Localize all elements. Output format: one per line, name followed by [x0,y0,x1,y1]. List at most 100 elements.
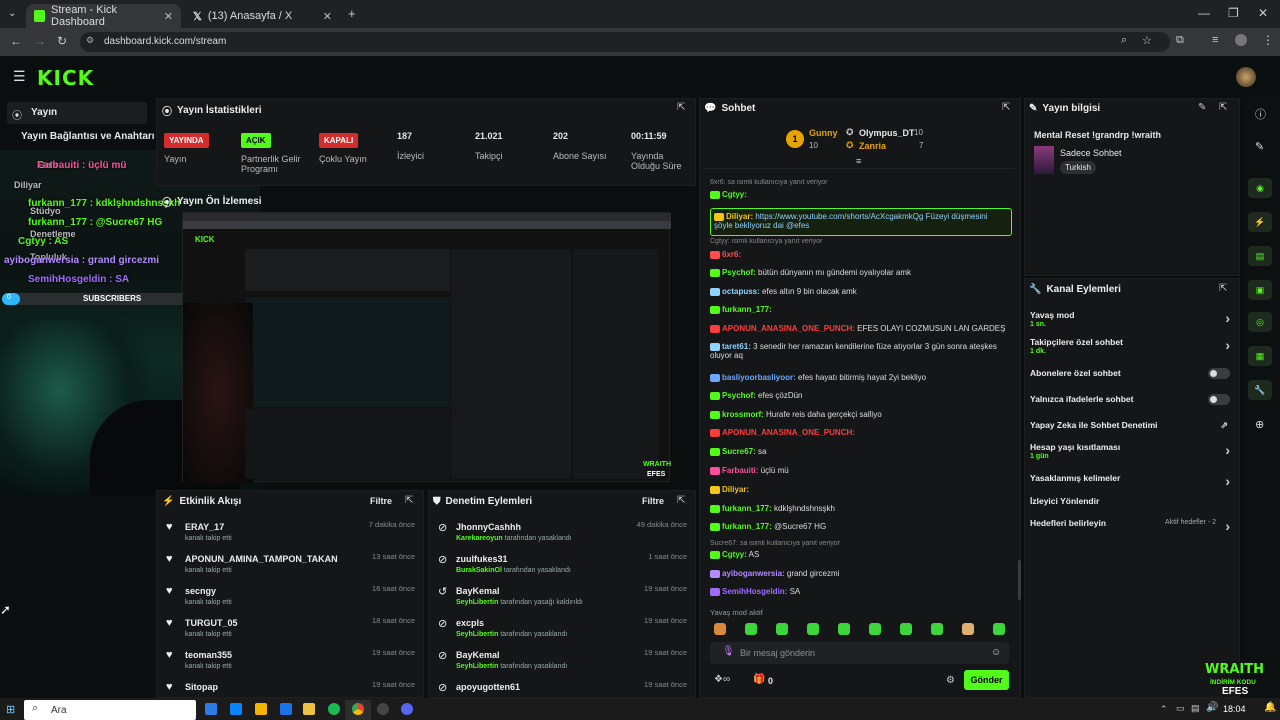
close-window-icon[interactable]: ✕ [1258,6,1268,20]
spotify-icon[interactable] [328,703,340,715]
popout-icon[interactable]: ⇱ [1219,102,1227,113]
clock[interactable]: 18:04 [1223,704,1246,714]
media-icon[interactable]: ≡ [1212,34,1218,46]
zoom-icon[interactable]: ⌕ [1121,34,1127,47]
chat-username[interactable]: taret61: [722,342,751,351]
discord-icon[interactable] [401,703,413,715]
obs-icon[interactable] [377,703,389,715]
channel-action-item[interactable]: Takipçilere özel sohbet 1 dk. › [1030,337,1230,355]
channel-action-item[interactable]: Yasaklanmış kelimeler › [1030,473,1230,489]
browser-menu-icon[interactable]: ⋮ [1262,33,1274,47]
channel-action-item[interactable]: Yapay Zeka ile Sohbet Denetimi ⇗ [1030,420,1230,430]
chevron-right-icon[interactable]: › [1225,473,1230,489]
emote-icon[interactable] [714,623,726,635]
emote-icon[interactable] [869,623,881,635]
emote-icon[interactable] [931,623,943,635]
channel-action-item[interactable]: Hesap yaşı kısıtlaması 1 gün › [1030,442,1230,460]
copilot-icon[interactable] [230,703,242,715]
channel-action-item[interactable]: Yavaş mod 1 sn. › [1030,310,1230,328]
profile-avatar[interactable] [1235,34,1247,46]
chat-username[interactable]: krossmorf: [722,410,764,419]
windows-start-icon[interactable]: ⊞ [6,703,15,716]
kick-logo[interactable]: KICK [37,66,94,90]
chat-username[interactable]: Diliyar: [722,485,749,494]
chat-username[interactable]: Cgtyy: isimli kullanıcıya yanıt veriyor [710,238,822,245]
chat-username[interactable]: Sucre67: [722,447,756,456]
emote-icon[interactable] [745,623,757,635]
popout-icon[interactable]: ⇱ [405,495,413,506]
close-tab-icon[interactable]: ✕ [323,10,332,23]
notification-icon[interactable]: 🔔 [1264,702,1276,713]
chevron-right-icon[interactable]: › [1225,442,1230,458]
chat-username[interactable]: APONUN_ANASINA_ONE_PUNCH: [722,428,855,437]
chat-username[interactable]: Psychof: [722,268,756,277]
moderation-filter-button[interactable]: Filtre [642,496,664,506]
forward-icon[interactable]: → [34,34,46,48]
chat-username[interactable]: 6xr6: [722,250,741,259]
camera-toggle-icon[interactable]: ◉ [1248,178,1272,198]
channel-action-item[interactable]: Abonelere özel sohbet [1030,368,1230,379]
gift-icon[interactable]: 🎁 [753,674,765,685]
outlook-icon[interactable] [280,703,292,715]
minimize-icon[interactable]: — [1198,6,1210,20]
chat-username[interactable]: octapuss: [722,287,760,296]
nav-item-yayin[interactable] [7,102,147,124]
volume-icon[interactable]: 🔊 [1206,702,1218,713]
chat-settings-icon[interactable]: ⚙ [946,675,955,686]
edit-icon[interactable]: ✎ [1198,102,1206,113]
emote-icon[interactable] [962,623,974,635]
tray-chevron-icon[interactable]: ⌃ [1160,704,1168,715]
chat-username[interactable]: basliyoorbasliyoor: [722,373,796,382]
restore-icon[interactable]: ❐ [1228,6,1239,20]
url-field[interactable]: dashboard.kick.com/stream [80,32,1170,52]
document-icon[interactable]: ▤ [1248,246,1272,266]
tools-toggle-icon[interactable]: 🔧 [1248,380,1272,400]
emote-icon[interactable] [838,623,850,635]
bookmark-icon[interactable]: ☆ [1142,34,1152,47]
chevron-right-icon[interactable]: › [1225,518,1230,534]
taskbar-search[interactable] [24,700,196,720]
back-icon[interactable]: ← [10,34,22,48]
channel-action-item[interactable]: Hedefleri belirleyin Aktif hedefler - 2 › [1030,518,1230,534]
info-icon[interactable]: ⓘ [1255,106,1266,122]
chevron-right-icon[interactable]: › [1225,337,1230,353]
store-icon[interactable] [255,703,267,715]
chat-username[interactable]: 6xr6: sa isimli kullanıcıya yanıt veriyo… [710,179,827,186]
edge-icon[interactable] [205,703,217,715]
chat-username[interactable]: Cgtyy: [722,550,747,559]
chat-username[interactable]: Sucre67: sa isimli kullanıcıya yanıt ver… [710,540,840,547]
popout-icon[interactable]: ⇱ [1219,283,1227,294]
stream-preview[interactable]: KICK WRAITH EFES [182,212,671,483]
explorer-icon[interactable] [303,703,315,715]
popout-icon[interactable]: ⇱ [677,102,685,113]
network-icon[interactable]: ▤ [1191,703,1200,714]
tab-kick-dashboard[interactable]: Stream - Kick Dashboard ✕ [26,4,181,28]
chat-username[interactable]: Diliyar: [726,212,753,221]
toggle-switch[interactable] [1208,368,1230,379]
chat-scrollbar[interactable] [1018,560,1021,600]
chat-username[interactable]: ayiboganwersia: [722,569,785,578]
extensions-icon[interactable]: ⧉ [1176,34,1184,47]
reload-icon[interactable]: ↻ [57,34,67,48]
tab-list-icon[interactable]: ⌄ [8,8,16,19]
expand-leaderboard-icon[interactable]: ≡ [856,156,861,166]
chrome-icon[interactable] [352,703,364,715]
send-button[interactable]: Gönder [964,670,1009,690]
tab-x[interactable]: 𝕏 (13) Anasayfa / X ✕ [185,4,340,28]
chat-username[interactable]: furkann_177: [722,504,772,513]
activity-filter-button[interactable]: Filtre [370,496,392,506]
tray-app-icon[interactable]: ▭ [1176,703,1185,714]
chat-username[interactable]: furkann_177: [722,522,772,531]
user-avatar[interactable] [1236,67,1256,87]
close-tab-icon[interactable]: ✕ [164,10,173,23]
chat-username[interactable]: Psychof: [722,391,756,400]
popout-icon[interactable]: ⇱ [1002,102,1010,113]
toggle-switch[interactable] [1208,394,1230,405]
chat-username[interactable]: Farbauiti: [722,466,758,475]
emote-icon[interactable] [776,623,788,635]
chat-username[interactable]: furkann_177: [722,305,772,314]
channel-action-item[interactable]: İzleyici Yönlendir [1030,496,1230,506]
emote-icon[interactable] [900,623,912,635]
points-icon[interactable]: ❖∞ [714,674,730,685]
nav-baglanti[interactable]: Yayın Bağlantısı ve Anahtarı [21,131,155,142]
